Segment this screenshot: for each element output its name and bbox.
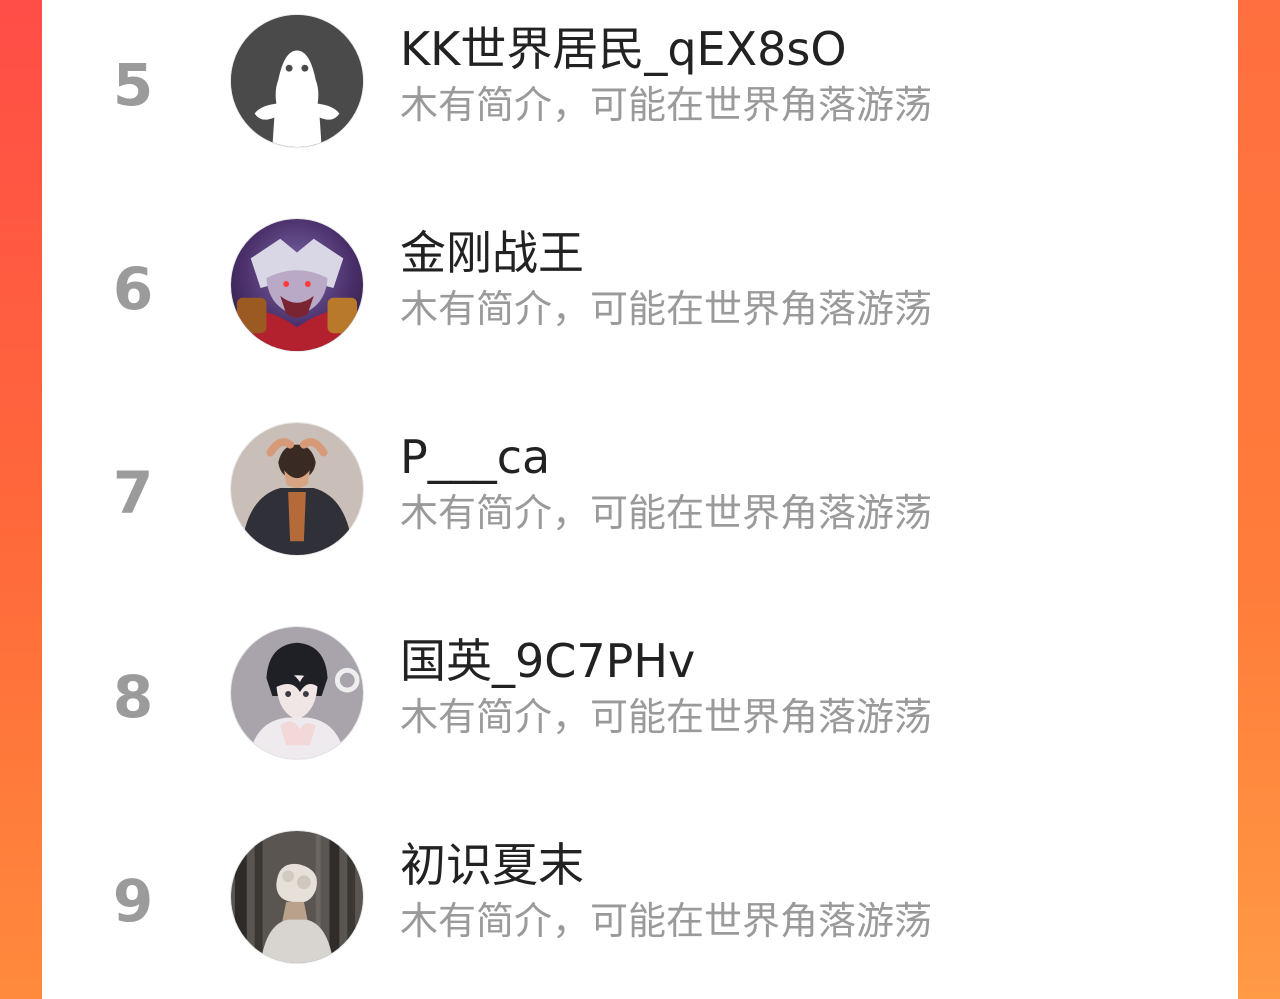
right-background-edge <box>1238 0 1280 999</box>
avatar[interactable] <box>230 14 364 148</box>
avatar[interactable] <box>230 830 364 964</box>
user-bio: 木有简介，可能在世界角落游荡 <box>400 83 933 127</box>
anime-boy-avatar-icon <box>231 627 363 759</box>
avatar[interactable] <box>230 422 364 556</box>
user-name[interactable]: 金刚战王 <box>400 230 584 276</box>
avatar[interactable] <box>230 218 364 352</box>
user-bio: 木有简介，可能在世界角落游荡 <box>400 287 933 331</box>
rank-number: 9 <box>112 867 154 935</box>
default-ghost-avatar-icon <box>231 15 363 147</box>
avatar[interactable] <box>230 626 364 760</box>
user-bio: 木有简介，可能在世界角落游荡 <box>400 899 933 943</box>
list-item[interactable]: 7 P___ca 木有简介，可能在世界角落游荡 <box>42 408 1238 612</box>
user-name[interactable]: KK世界居民_qEX8sO <box>400 26 847 72</box>
list-item[interactable]: 9 初识夏末 木有简介，可能在世界角落游荡 <box>42 816 1238 999</box>
user-bio: 木有简介，可能在世界角落游荡 <box>400 491 933 535</box>
user-bio: 木有简介，可能在世界角落游荡 <box>400 695 933 739</box>
user-name[interactable]: 国英_9C7PHv <box>400 638 695 684</box>
list-item[interactable]: 5 KK世界居民_qEX8sO 木有简介，可能在世界角落游荡 <box>42 0 1238 204</box>
ranking-list: 5 KK世界居民_qEX8sO 木有简介，可能在世界角落游荡 6 金刚战王 木有… <box>42 0 1238 999</box>
user-name[interactable]: 初识夏末 <box>400 842 584 888</box>
page-background: 5 KK世界居民_qEX8sO 木有简介，可能在世界角落游荡 6 金刚战王 木有… <box>0 0 1280 999</box>
rank-number: 5 <box>112 51 154 119</box>
werewolf-warrior-avatar-icon <box>231 219 363 351</box>
rank-number: 8 <box>112 663 154 731</box>
list-item[interactable]: 8 国英_9C7PHv 木有简介，可能在世界角落游荡 <box>42 612 1238 816</box>
rank-number: 6 <box>112 255 154 323</box>
man-dark-coat-avatar-icon <box>231 423 363 555</box>
list-item[interactable]: 6 金刚战王 木有简介，可能在世界角落游荡 <box>42 204 1238 408</box>
user-name[interactable]: P___ca <box>400 434 550 480</box>
rank-number: 7 <box>112 459 154 527</box>
forest-person-avatar-icon <box>231 831 363 963</box>
